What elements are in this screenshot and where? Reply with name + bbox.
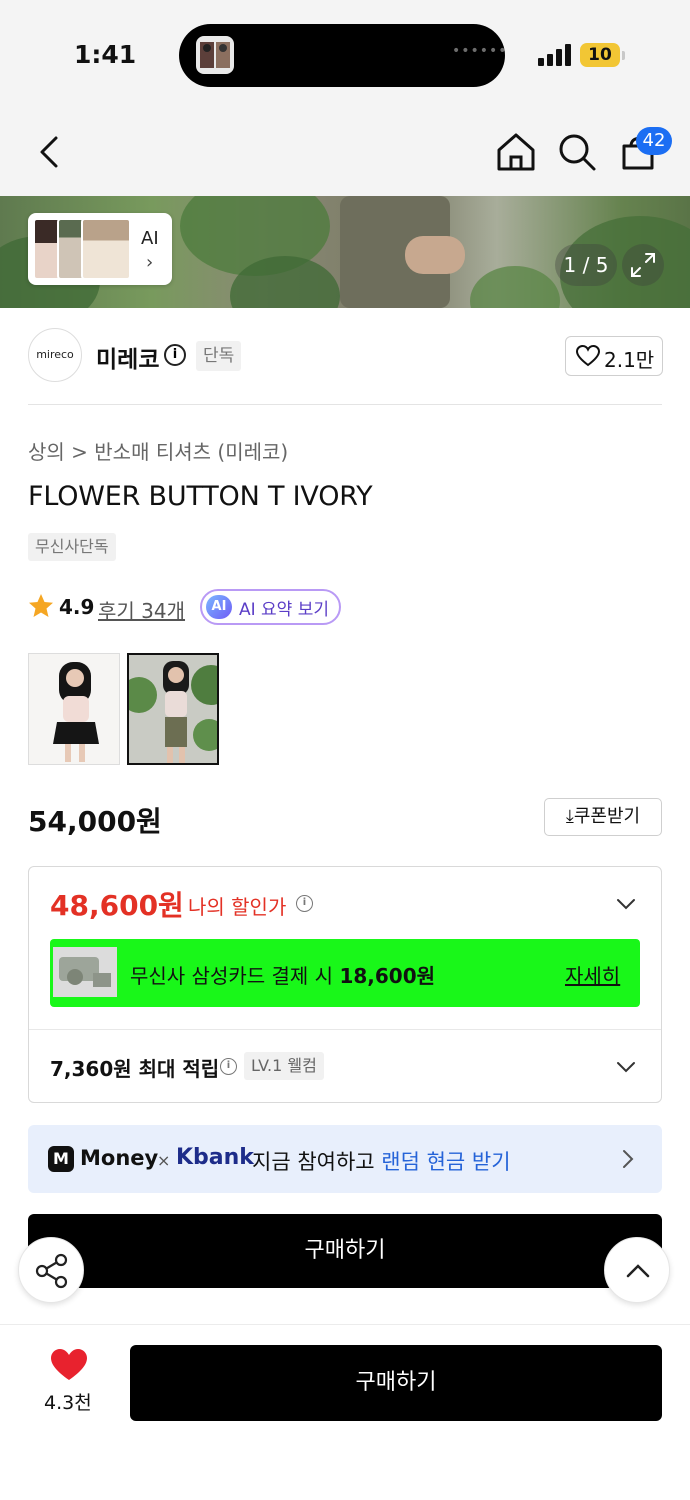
musinsa-exclusive-tag: 무신사단독 (28, 533, 116, 561)
card-promo-amount: 18,600원 (339, 964, 436, 988)
brand-logo[interactable]: mireco (28, 328, 82, 382)
ai-badge-icon: AI (206, 595, 232, 619)
heart-outline-icon (576, 345, 600, 367)
coupon-button[interactable]: ⤓쿠폰받기 (544, 798, 662, 836)
chevron-right-icon[interactable] (618, 1148, 638, 1174)
share-button[interactable] (18, 1237, 84, 1303)
brand-like-count: 2.1만 (604, 348, 655, 372)
wishlist-count: 4.3천 (44, 1392, 92, 1414)
money-brand: Money (80, 1146, 159, 1170)
signal-icon (538, 44, 572, 66)
chevron-down-icon[interactable] (615, 1056, 637, 1078)
product-thumbnail-selected[interactable] (127, 653, 219, 765)
max-points-text: 7,360원 최대 적립 (50, 1057, 220, 1081)
scroll-top-button[interactable] (604, 1237, 670, 1303)
image-page-indicator: 1 / 5 (555, 244, 617, 286)
brand-exclusive-tag: 단독 (196, 341, 242, 371)
promo-highlight: 랜덤 현금 받기 (381, 1150, 511, 1174)
share-icon (35, 1253, 68, 1289)
chevron-up-icon (626, 1264, 650, 1278)
rating-value: 4.9 (59, 595, 95, 619)
collab-x: × (157, 1151, 171, 1170)
card-promo-text: 무신사 삼성카드 결제 시 18,600원 (130, 960, 435, 989)
card-detail-link[interactable]: 자세히 (565, 960, 620, 989)
info-icon[interactable]: i (164, 344, 186, 366)
download-icon: ⤓ (565, 806, 574, 827)
review-link[interactable]: 후기 34개 (98, 595, 185, 624)
island-dots: •••••• (452, 43, 508, 59)
brand-name[interactable]: 미레코 (96, 340, 159, 374)
membership-level-tag: LV.1 웰컴 (244, 1052, 324, 1080)
back-icon[interactable] (28, 130, 72, 174)
expand-icon[interactable] (622, 244, 664, 286)
money-logo-icon: M (48, 1146, 74, 1172)
battery-tip (622, 51, 625, 60)
divider (28, 404, 662, 405)
buy-button-inline[interactable]: 구매하기 (28, 1214, 662, 1288)
card-promo-label: 무신사 삼성카드 결제 시 (130, 964, 340, 988)
chevron-down-icon[interactable] (615, 893, 637, 915)
battery-icon: 10 (580, 43, 620, 67)
star-icon (28, 593, 54, 619)
info-icon[interactable]: i (220, 1058, 237, 1075)
chevron-right-icon: › (146, 252, 154, 273)
ai-lookbook-label: AI (141, 228, 159, 249)
category-breadcrumb[interactable]: 상의 > 반소매 티셔츠 (미레코) (28, 436, 288, 465)
product-thumbnail[interactable] (28, 653, 120, 765)
info-icon[interactable]: i (296, 895, 313, 912)
promo-text: 지금 참여하고 랜덤 현금 받기 (252, 1146, 511, 1176)
buy-button[interactable]: 구매하기 (130, 1345, 662, 1421)
cart-count-badge: 42 (636, 127, 672, 155)
status-time: 1:41 (74, 40, 137, 69)
home-icon[interactable] (494, 130, 538, 174)
search-icon[interactable] (555, 130, 599, 174)
product-title: FLOWER BUTTON T IVORY (28, 481, 373, 512)
ai-lookbook-thumbnails (33, 218, 133, 280)
discount-price: 48,600원 (50, 889, 184, 922)
promo-label: 지금 참여하고 (252, 1150, 382, 1174)
kbank-brand: Kbank (176, 1145, 254, 1170)
now-playing-thumbnail (196, 36, 234, 74)
original-price: 54,000원 (28, 805, 162, 838)
heart-icon[interactable] (50, 1348, 88, 1382)
ai-summary-label: AI 요약 보기 (239, 600, 330, 620)
coupon-label: 쿠폰받기 (573, 806, 641, 827)
card-promo-image (53, 947, 117, 997)
discount-label: 나의 할인가 (188, 895, 287, 919)
divider (29, 1029, 661, 1030)
